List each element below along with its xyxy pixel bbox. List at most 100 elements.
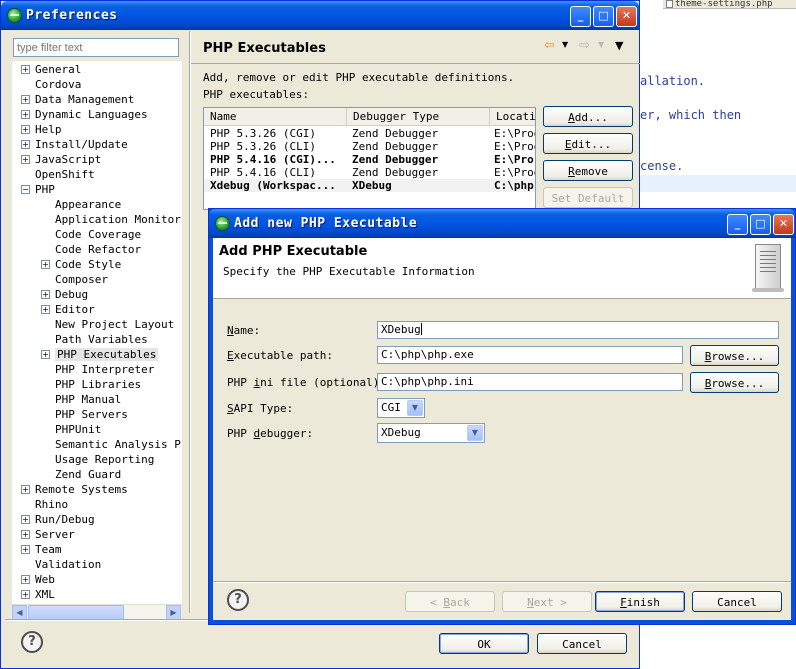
table-row[interactable]: PHP 5.3.26 (CGI) Zend Debugger E:\Prog: [204, 127, 535, 140]
edit-button[interactable]: Edit...: [543, 133, 633, 154]
expand-icon[interactable]: +: [21, 485, 30, 494]
filter-input[interactable]: [13, 38, 179, 57]
tree-item-editor[interactable]: + Editor: [41, 302, 95, 317]
expand-icon[interactable]: +: [21, 590, 30, 599]
tree-item-cordova[interactable]: Cordova: [35, 77, 81, 92]
tree-item-run-debug[interactable]: + Run/Debug: [21, 512, 95, 527]
dialog-title-bar[interactable]: Add new PHP Executable _ □ ✕: [209, 209, 795, 238]
chevron-down-icon[interactable]: ▼: [467, 425, 483, 441]
column-header-debugger-type[interactable]: Debugger Type: [347, 108, 490, 126]
tree-item-openshift[interactable]: OpenShift: [35, 167, 95, 182]
tree-item-php-manual[interactable]: PHP Manual: [55, 392, 121, 407]
expand-icon[interactable]: +: [21, 515, 30, 524]
tree-item-php[interactable]: − PHP: [21, 182, 55, 197]
dialog-close-button[interactable]: ✕: [773, 214, 794, 235]
expand-icon[interactable]: +: [21, 140, 30, 149]
tree-item-path-variables[interactable]: Path Variables: [55, 332, 148, 347]
tree-item-help[interactable]: + Help: [21, 122, 62, 137]
forward-arrow-icon[interactable]: ⇨: [579, 38, 590, 53]
expand-icon[interactable]: +: [21, 575, 30, 584]
tree-item-install-update[interactable]: + Install/Update: [21, 137, 128, 152]
tree-item-new-project-layout[interactable]: New Project Layout: [55, 317, 174, 332]
set-default-button[interactable]: Set Default: [543, 187, 633, 208]
php-ini-field[interactable]: C:\php\php.ini: [377, 373, 683, 391]
tree-item-debug[interactable]: + Debug: [41, 287, 88, 302]
scroll-right-icon[interactable]: ▶: [166, 605, 181, 620]
column-header-location[interactable]: Locati: [490, 108, 535, 126]
expand-icon[interactable]: +: [21, 545, 30, 554]
preferences-tree[interactable]: + General Cordova + Data Management + Dynamic …: [12, 61, 182, 604]
expand-icon[interactable]: +: [41, 260, 50, 269]
tree-item-php-executables[interactable]: + PHP Executables: [41, 347, 159, 362]
tree-item-general[interactable]: + General: [21, 62, 81, 77]
browse-ini-button[interactable]: Browse...: [690, 372, 779, 393]
executable-path-field[interactable]: C:\php\php.exe: [377, 346, 683, 364]
tree-item-web[interactable]: + Web: [21, 572, 55, 587]
maximize-button[interactable]: □: [593, 6, 614, 27]
table-row[interactable]: PHP 5.3.26 (CLI) Zend Debugger E:\Prog: [204, 140, 535, 153]
forward-dropdown-icon[interactable]: ▼: [598, 40, 604, 49]
tree-item-remote-systems[interactable]: + Remote Systems: [21, 482, 128, 497]
expand-icon[interactable]: +: [21, 110, 30, 119]
back-dropdown-icon[interactable]: ▼: [562, 40, 568, 49]
expand-icon[interactable]: +: [41, 290, 50, 299]
column-header-name[interactable]: Name: [204, 108, 347, 126]
tree-item-application-monitorin[interactable]: Application Monitorin: [55, 212, 181, 227]
help-icon[interactable]: ?: [21, 631, 43, 653]
tree-item-data-management[interactable]: + Data Management: [21, 92, 134, 107]
tree-item-appearance[interactable]: Appearance: [55, 197, 121, 212]
chevron-down-icon[interactable]: ▼: [407, 400, 423, 416]
scroll-left-icon[interactable]: ◀: [12, 605, 27, 620]
table-row[interactable]: PHP 5.4.16 (CLI) Zend Debugger E:\Prog: [204, 166, 535, 179]
tree-item-zend-guard[interactable]: Zend Guard: [55, 467, 121, 482]
back-arrow-icon[interactable]: ⇦: [544, 38, 555, 53]
tree-item-semantic-analysis-pro[interactable]: Semantic Analysis Pro: [55, 437, 181, 452]
tree-horizontal-scrollbar[interactable]: ◀ ▶: [12, 604, 182, 620]
editor-tab[interactable]: theme-settings.php: [663, 0, 796, 9]
executables-table[interactable]: Name Debugger Type Locati PHP 5.3.26 (CG…: [203, 107, 536, 210]
tree-item-usage-reporting[interactable]: Usage Reporting: [55, 452, 154, 467]
scroll-thumb[interactable]: [28, 605, 124, 620]
expand-icon[interactable]: +: [21, 125, 30, 134]
php-debugger-select[interactable]: XDebug ▼: [377, 423, 485, 443]
help-icon[interactable]: ?: [227, 589, 249, 611]
tree-item-code-style[interactable]: + Code Style: [41, 257, 121, 272]
dialog-maximize-button[interactable]: □: [750, 214, 771, 235]
expand-icon[interactable]: +: [21, 65, 30, 74]
pane-divider[interactable]: [189, 31, 191, 613]
tree-item-server[interactable]: + Server: [21, 527, 75, 542]
tree-item-xml[interactable]: + XML: [21, 587, 55, 602]
back-button[interactable]: < Back: [405, 591, 495, 612]
close-button[interactable]: ✕: [616, 6, 637, 27]
view-menu-icon[interactable]: ▼: [615, 39, 623, 52]
remove-button[interactable]: Remove: [543, 160, 633, 181]
expand-icon[interactable]: +: [41, 350, 50, 359]
table-row[interactable]: PHP 5.4.16 (CGI)... Zend Debugger E:\Pro: [204, 153, 535, 166]
add-button[interactable]: Add...: [543, 106, 633, 127]
tree-item-php-libraries[interactable]: PHP Libraries: [55, 377, 141, 392]
tree-item-phpunit[interactable]: PHPUnit: [55, 422, 101, 437]
tree-item-team[interactable]: + Team: [21, 542, 62, 557]
expand-icon[interactable]: +: [21, 155, 30, 164]
dialog-cancel-button[interactable]: Cancel: [692, 591, 782, 612]
tree-item-php-interpreter[interactable]: PHP Interpreter: [55, 362, 154, 377]
tree-item-dynamic-languages[interactable]: + Dynamic Languages: [21, 107, 148, 122]
sapi-type-select[interactable]: CGI ▼: [377, 398, 425, 418]
dialog-minimize-button[interactable]: _: [727, 214, 748, 235]
expand-icon[interactable]: +: [41, 305, 50, 314]
tree-item-validation[interactable]: Validation: [35, 557, 101, 572]
collapse-icon[interactable]: −: [21, 185, 30, 194]
tree-item-code-coverage[interactable]: Code Coverage: [55, 227, 141, 242]
ok-button[interactable]: OK: [439, 633, 529, 654]
tree-item-composer[interactable]: Composer: [55, 272, 108, 287]
preferences-title-bar[interactable]: Preferences _ □ ✕: [1, 1, 639, 30]
expand-icon[interactable]: +: [21, 95, 30, 104]
minimize-button[interactable]: _: [570, 6, 591, 27]
cancel-button[interactable]: Cancel: [537, 633, 627, 654]
browse-executable-button[interactable]: Browse...: [690, 345, 779, 366]
table-row[interactable]: Xdebug (Workspac... XDebug C:\php: [204, 179, 535, 192]
expand-icon[interactable]: +: [21, 530, 30, 539]
tree-item-rhino[interactable]: Rhino: [35, 497, 68, 512]
next-button[interactable]: Next >: [502, 591, 592, 612]
tree-item-php-servers[interactable]: PHP Servers: [55, 407, 128, 422]
